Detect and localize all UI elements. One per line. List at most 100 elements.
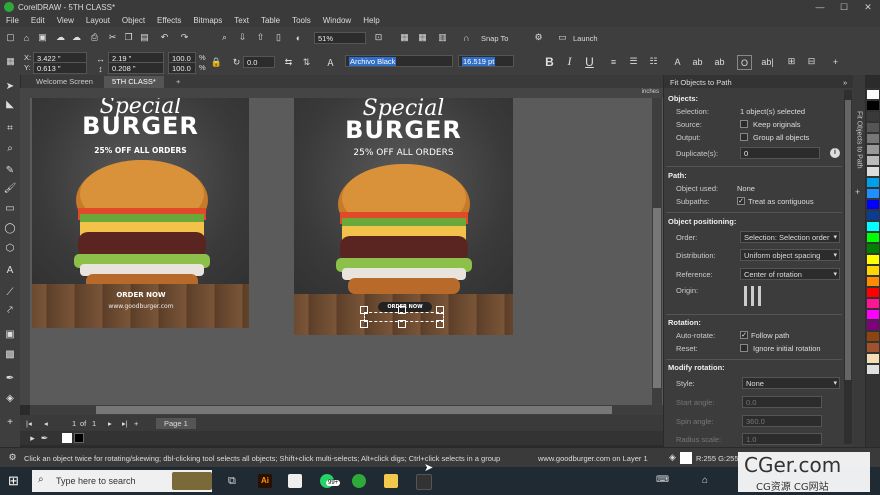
ignore-rotation-checkbox[interactable] [740, 344, 748, 352]
add-toolbar-icon[interactable]: + [829, 55, 842, 68]
offer-text[interactable]: 25% OFF ALL ORDERS [294, 148, 513, 158]
close-icon[interactable]: ✕ [856, 0, 880, 14]
vertical-text-icon[interactable]: ⊞ [785, 55, 798, 68]
network-icon[interactable]: ⌂ [702, 474, 716, 488]
artboard-left[interactable]: Special BURGER 25% OFF ALL ORDERS ORDER … [32, 98, 249, 328]
menu-edit[interactable]: Edit [25, 16, 51, 25]
export-icon[interactable]: ⇧ [254, 31, 267, 44]
horizontal-scroll-thumb[interactable] [96, 406, 612, 414]
menu-table[interactable]: Table [255, 16, 286, 25]
search-content-icon[interactable]: ⌕ [218, 31, 231, 44]
task-view-icon[interactable]: ⧉ [228, 474, 242, 488]
tab-5th-class[interactable]: 5TH CLASS* [104, 76, 164, 88]
rotation-angle-field[interactable]: 0.0 [243, 56, 275, 68]
palette-swatch[interactable] [867, 244, 879, 253]
burger-headline[interactable]: BURGER [294, 116, 513, 144]
text-tool-icon[interactable]: A [3, 263, 17, 277]
minimize-icon[interactable]: — [808, 0, 832, 14]
origin-grid-selector[interactable] [742, 286, 762, 306]
y-position-field[interactable]: 0.613 " [33, 62, 87, 74]
recorder-icon[interactable] [416, 474, 432, 490]
text-tool-icon[interactable]: Ａ [324, 56, 337, 69]
launch-button[interactable]: Launch [573, 34, 598, 44]
palette-swatch[interactable] [867, 365, 879, 374]
menu-help[interactable]: Help [357, 16, 385, 25]
selection-handle[interactable] [360, 306, 368, 314]
keyboard-icon[interactable]: ⌨ [656, 474, 670, 488]
show-rulers-icon[interactable]: ▦ [398, 31, 411, 44]
palette-swatch[interactable] [867, 255, 879, 264]
edit-text-icon[interactable]: ab [713, 55, 726, 68]
font-size-field[interactable]: 16.519 pt [458, 55, 514, 67]
ellipse-tool-icon[interactable]: ◯ [3, 221, 17, 235]
palette-swatch[interactable] [867, 288, 879, 297]
copy-icon[interactable]: ❐ [122, 31, 135, 44]
palette-swatch[interactable] [867, 354, 879, 363]
shape-tool-icon[interactable]: ◣ [3, 97, 17, 111]
new-document-icon[interactable]: ▢ [4, 31, 17, 44]
docker-collapse-icon[interactable]: » [843, 78, 847, 88]
selection-handle[interactable] [398, 306, 406, 314]
fill-swatch[interactable] [680, 452, 692, 464]
vertical-scroll-thumb[interactable] [653, 208, 661, 388]
open-icon[interactable]: ⌂ [20, 31, 33, 44]
mirror-horizontal-icon[interactable]: ⇆ [282, 56, 295, 69]
eyedropper-small-icon[interactable]: ✒ [38, 432, 51, 445]
vertical-scrollbar[interactable] [652, 98, 662, 405]
parallel-dimension-icon[interactable]: ⟋ [3, 285, 17, 299]
burger-headline[interactable]: BURGER [32, 112, 249, 140]
menu-file[interactable]: File [0, 16, 25, 25]
illustrator-icon[interactable]: Ai [258, 474, 272, 488]
start-angle-field[interactable]: 0.0 [742, 396, 822, 408]
freehand-tool-icon[interactable]: ✎ [3, 163, 17, 177]
palette-swatch[interactable] [867, 145, 879, 154]
palette-swatch[interactable] [867, 101, 879, 110]
fill-icon[interactable]: ◈ [666, 451, 679, 464]
green-app-icon[interactable] [352, 474, 366, 488]
lock-ratio-icon[interactable]: 🔒 [210, 56, 223, 69]
numbered-list-icon[interactable]: ☷ [647, 55, 660, 68]
duplicates-field[interactable]: 0 [740, 147, 820, 159]
palette-swatch[interactable] [867, 167, 879, 176]
menu-effects[interactable]: Effects [151, 16, 187, 25]
outline-pen-icon[interactable]: O [737, 55, 752, 70]
windows-start-icon[interactable]: ⊞ [8, 474, 22, 488]
palette-swatch[interactable] [867, 123, 879, 132]
menu-object[interactable]: Object [116, 16, 151, 25]
italic-button[interactable]: I [563, 54, 576, 68]
add-tab-button[interactable]: + [168, 76, 188, 88]
cloud-download-icon[interactable]: ☁ [70, 31, 83, 44]
guidelines-icon[interactable]: ▥ [436, 31, 449, 44]
menu-bitmaps[interactable]: Bitmaps [187, 16, 228, 25]
eyedropper-icon[interactable]: ✒ [3, 371, 17, 385]
add-docker-icon[interactable]: + [855, 187, 860, 197]
full-screen-icon[interactable]: ◐ [292, 31, 305, 44]
object-origin-icon[interactable]: ▦ [4, 55, 17, 68]
palette-swatch[interactable] [867, 343, 879, 352]
drop-shadow-icon[interactable]: ▣ [3, 327, 17, 341]
tab-welcome-screen[interactable]: Welcome Screen [28, 76, 101, 88]
palette-swatch[interactable] [867, 310, 879, 319]
offer-text[interactable]: 25% OFF ALL ORDERS [32, 146, 249, 155]
palette-swatch[interactable] [867, 211, 879, 220]
zoom-to-page-icon[interactable]: ⊡ [372, 31, 385, 44]
menu-window[interactable]: Window [317, 16, 357, 25]
file-explorer-icon[interactable] [384, 474, 398, 488]
magnet-icon[interactable]: ∩ [460, 31, 473, 44]
menu-layout[interactable]: Layout [80, 16, 116, 25]
print-icon[interactable]: ⎙ [88, 31, 101, 44]
palette-swatch[interactable] [867, 112, 879, 121]
zoom-level-field[interactable]: 51% [314, 32, 366, 44]
first-page-button[interactable]: |◂ [26, 419, 32, 429]
palette-swatch[interactable] [867, 90, 879, 99]
show-grid-icon[interactable]: ▦ [416, 31, 429, 44]
style-dropdown[interactable]: None [742, 377, 840, 389]
weather-widget-icon[interactable] [172, 472, 212, 490]
keep-originals-checkbox[interactable] [740, 120, 748, 128]
treat-contiguous-checkbox[interactable]: ✓ [737, 197, 745, 205]
save-icon[interactable]: ▣ [36, 31, 49, 44]
align-icon[interactable]: ≡ [607, 55, 620, 68]
group-all-checkbox[interactable] [740, 133, 748, 141]
black-swatch[interactable] [74, 433, 84, 443]
horizontal-ruler[interactable]: inches [20, 88, 663, 98]
